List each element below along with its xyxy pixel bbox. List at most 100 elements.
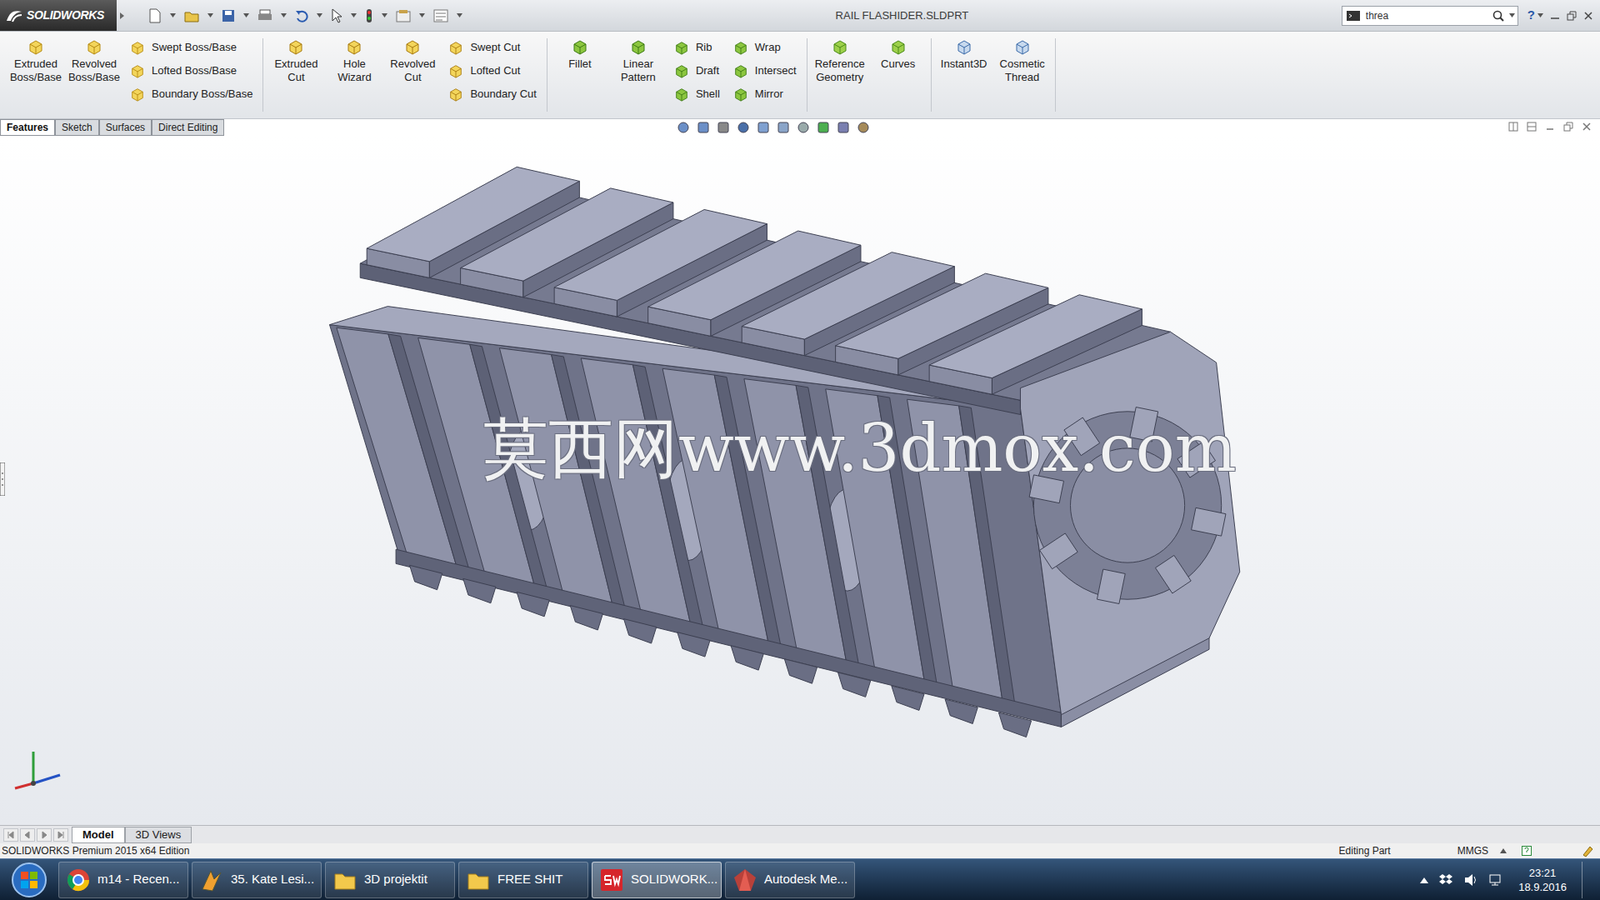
search-input[interactable] [1364, 8, 1490, 24]
minimize-icon[interactable] [1550, 10, 1560, 21]
dropdown-arrow-icon[interactable] [419, 13, 425, 18]
tab-label: 3D Views [135, 826, 182, 844]
app-logo[interactable]: SOLIDWORKS [0, 0, 117, 31]
tile-icon[interactable] [1508, 121, 1519, 132]
graphics-area[interactable]: 莫西网www.3dmox.com [0, 135, 1600, 825]
command-tab[interactable]: Sketch [55, 119, 100, 136]
view-tool-icon[interactable] [776, 120, 790, 135]
command-tab[interactable]: Surfaces [99, 119, 152, 136]
dropdown-arrow-icon[interactable] [381, 13, 388, 18]
command-button[interactable]: Linear Pattern [609, 38, 668, 85]
restore-icon[interactable] [1563, 121, 1574, 132]
tile-icon[interactable] [1526, 121, 1537, 132]
close-icon[interactable] [1581, 121, 1592, 132]
rebuild-icon[interactable] [1581, 845, 1599, 857]
toolbar-button-icon[interactable] [257, 9, 273, 23]
command-button[interactable]: Wrap [733, 38, 797, 57]
command-button[interactable]: Revolved Boss/Base [65, 38, 124, 85]
command-button[interactable]: Boundary Boss/Base [130, 85, 253, 104]
volume-icon[interactable] [1463, 873, 1479, 887]
command-button[interactable]: Draft [674, 61, 720, 80]
taskbar-button[interactable]: m14 - Recen... [58, 861, 189, 899]
start-button-icon[interactable] [0, 861, 59, 899]
command-tab[interactable]: Direct Editing [151, 119, 225, 136]
command-button[interactable]: Swept Boss/Base [130, 38, 253, 57]
units-arrow-icon[interactable] [1500, 848, 1522, 854]
toolbar-button-icon[interactable] [148, 8, 162, 24]
view-tool-icon[interactable] [676, 120, 690, 135]
taskbar-button[interactable]: 35. Kate Lesi... [191, 861, 322, 899]
toolbar-button-icon[interactable] [433, 9, 449, 23]
taskbar-button[interactable]: SOLIDWORK... [591, 861, 722, 899]
command-button[interactable]: Shell [674, 85, 720, 104]
bottom-tabs: Model 3D Views [0, 825, 1600, 844]
flyout-arrow-icon[interactable] [116, 10, 129, 21]
taskbar-button[interactable]: Autodesk Me... [725, 861, 855, 899]
view-tool-icon[interactable] [796, 120, 810, 135]
dropbox-icon[interactable] [1438, 873, 1454, 887]
show-hidden-icons-icon[interactable] [1420, 876, 1429, 884]
command-tab[interactable]: Features [0, 119, 55, 136]
scroll-arrow-icon[interactable] [20, 828, 35, 842]
command-button[interactable]: Reference Geometry [810, 38, 870, 85]
command-button[interactable]: Hole Wizard [325, 38, 384, 85]
help-button[interactable]: ? [1525, 5, 1538, 25]
scroll-arrow-icon[interactable] [3, 828, 19, 842]
toolbar-button-icon[interactable] [330, 8, 343, 24]
close-icon[interactable] [1583, 10, 1594, 21]
dropdown-arrow-icon[interactable] [316, 13, 323, 18]
view-tool-icon[interactable] [816, 120, 830, 135]
view-tool-icon[interactable] [696, 120, 710, 135]
command-button[interactable]: Instant3D [935, 38, 994, 71]
scroll-arrow-icon[interactable] [53, 828, 69, 842]
toolbar-button-icon[interactable] [221, 9, 235, 23]
restore-icon[interactable] [1566, 10, 1577, 21]
search-box[interactable] [1341, 5, 1519, 26]
dropdown-arrow-icon[interactable] [207, 13, 214, 18]
dropdown-arrow-icon[interactable] [456, 13, 463, 18]
view-tool-icon[interactable] [736, 120, 750, 135]
toolbar-button-icon[interactable] [184, 9, 200, 23]
axis-triad-icon[interactable] [8, 741, 67, 792]
clock[interactable]: 23:2118.9.2016 [1513, 865, 1572, 895]
dropdown-arrow-icon[interactable] [280, 13, 287, 18]
feature-icon [674, 86, 690, 102]
view-tool-icon[interactable] [836, 120, 850, 135]
command-button[interactable]: Intersect [733, 61, 797, 80]
view-tool-icon[interactable] [756, 120, 770, 135]
panel-handle-icon[interactable] [0, 462, 5, 496]
command-button[interactable]: Lofted Cut [448, 61, 537, 80]
scroll-arrow-icon[interactable] [36, 828, 52, 842]
dropdown-arrow-icon[interactable] [243, 13, 250, 18]
toolbar-button-icon[interactable] [365, 8, 374, 24]
dropdown-arrow-icon[interactable] [1506, 13, 1518, 18]
command-button[interactable]: Lofted Boss/Base [130, 61, 253, 80]
command-button[interactable]: Fillet [550, 38, 610, 71]
search-icon[interactable] [1490, 9, 1507, 23]
units-button[interactable]: MMGS [1457, 843, 1500, 859]
help-icon[interactable] [1521, 845, 1582, 856]
minimize-icon[interactable] [1545, 121, 1555, 132]
command-button[interactable]: Curves [869, 38, 928, 71]
show-desktop-button[interactable] [1581, 861, 1592, 899]
dropdown-arrow-icon[interactable] [170, 13, 176, 18]
command-button[interactable]: Extruded Boss/Base [6, 38, 65, 85]
command-button[interactable]: Extruded Cut [266, 38, 325, 85]
command-button[interactable]: Swept Cut [448, 38, 537, 57]
view-tool-icon[interactable] [856, 120, 870, 135]
command-button[interactable]: Rib [674, 38, 720, 57]
model-tab[interactable]: 3D Views [125, 826, 193, 844]
command-button[interactable]: Cosmetic Thread [993, 38, 1052, 85]
view-tool-icon[interactable] [716, 120, 730, 135]
network-icon[interactable] [1488, 873, 1504, 887]
command-button[interactable]: Mirror [733, 85, 797, 104]
toolbar-button-icon[interactable] [395, 9, 411, 23]
command-button[interactable]: Revolved Cut [383, 38, 442, 85]
model-tab[interactable]: Model [71, 826, 125, 844]
toolbar-button-icon[interactable] [295, 9, 309, 23]
dropdown-arrow-icon[interactable] [1537, 13, 1550, 18]
command-button[interactable]: Boundary Cut [448, 85, 537, 104]
dropdown-arrow-icon[interactable] [350, 13, 357, 18]
taskbar-button[interactable]: 3D projektit [325, 861, 455, 899]
taskbar-button[interactable]: FREE SHIT [458, 861, 589, 899]
